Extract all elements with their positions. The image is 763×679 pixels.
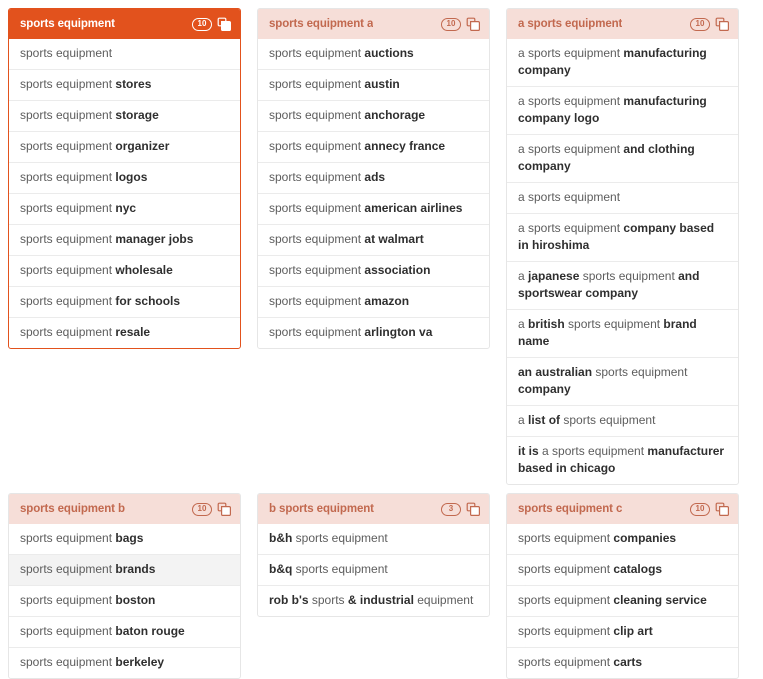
card-title-b-sports-equipment: b sports equipment [269, 503, 374, 515]
keyword-list-item[interactable]: sports equipment american airlines [258, 193, 489, 224]
keyword-list-item[interactable]: sports equipment resale [9, 317, 240, 348]
keyword-list-item[interactable]: sports equipment carts [507, 647, 738, 678]
copy-icon[interactable] [715, 502, 729, 516]
keyword-list-item[interactable]: b&q sports equipment [258, 554, 489, 585]
cards-row-1: sports equipment 10 sports equipment spor… [0, 8, 763, 485]
keyword-card-sports-equipment-a[interactable]: sports equipment a 10 sports equipment a… [257, 8, 490, 349]
result-count-badge: 10 [690, 17, 710, 31]
keyword-list-item[interactable]: sports equipment clip art [507, 616, 738, 647]
keyword-list-item[interactable]: sports equipment anchorage [258, 100, 489, 131]
card-column: sports equipment c 10 sports equipment c… [506, 493, 739, 679]
card-header[interactable]: sports equipment c 10 [507, 494, 738, 524]
keyword-list-item[interactable]: sports equipment companies [507, 524, 738, 554]
keyword-list-item[interactable]: a sports equipment company based in hiro… [507, 213, 738, 261]
card-title-sports-equipment: sports equipment [20, 18, 115, 30]
card-header-actions: 10 [192, 502, 231, 516]
card-header[interactable]: sports equipment b 10 [9, 494, 240, 524]
keyword-list-item[interactable]: sports equipment wholesale [9, 255, 240, 286]
keyword-list-item[interactable]: sports equipment manager jobs [9, 224, 240, 255]
keyword-list-item[interactable]: sports equipment [9, 39, 240, 69]
keyword-list-item[interactable]: sports equipment nyc [9, 193, 240, 224]
result-count-badge: 10 [192, 17, 212, 31]
card-column: sports equipment a 10 sports equipment a… [257, 8, 490, 349]
keyword-list-item[interactable]: sports equipment bags [9, 524, 240, 554]
keyword-list: b&h sports equipment b&q sports equipment… [258, 524, 489, 616]
keyword-list-item[interactable]: a sports equipment manufacturing company [507, 39, 738, 86]
keyword-list-item[interactable]: sports equipment at walmart [258, 224, 489, 255]
result-count-badge: 10 [441, 17, 461, 31]
keyword-list-item[interactable]: a sports equipment and clothing company [507, 134, 738, 182]
keyword-list-item[interactable]: it is a sports equipment manufacturer ba… [507, 436, 738, 484]
keyword-list: sports equipment sports equipment stores s… [9, 39, 240, 348]
keyword-card-sports-equipment-b[interactable]: sports equipment b 10 sports equipment b… [8, 493, 241, 679]
keyword-list-item[interactable]: sports equipment ads [258, 162, 489, 193]
keyword-card-sports-equipment[interactable]: sports equipment 10 sports equipment spor… [8, 8, 241, 349]
card-column: sports equipment 10 sports equipment spor… [8, 8, 241, 349]
card-header[interactable]: b sports equipment 3 [258, 494, 489, 524]
card-column: sports equipment b 10 sports equipment b… [8, 493, 241, 679]
card-column: a sports equipment 10 a sports equipment… [506, 8, 739, 485]
card-header-actions: 10 [441, 17, 480, 31]
copy-icon[interactable] [466, 17, 480, 31]
card-header[interactable]: sports equipment a 10 [258, 9, 489, 39]
keyword-list-item[interactable]: sports equipment storage [9, 100, 240, 131]
keyword-list-item[interactable]: sports equipment amazon [258, 286, 489, 317]
keyword-list-item[interactable]: sports equipment boston [9, 585, 240, 616]
card-header-actions: 10 [690, 502, 729, 516]
keyword-list-item[interactable]: sports equipment catalogs [507, 554, 738, 585]
result-count-badge: 3 [441, 502, 461, 516]
keyword-list: sports equipment auctions sports equipmen… [258, 39, 489, 348]
card-header-actions: 10 [690, 17, 729, 31]
keyword-list-item[interactable]: sports equipment baton rouge [9, 616, 240, 647]
keyword-list-item[interactable]: sports equipment organizer [9, 131, 240, 162]
keyword-list: a sports equipment manufacturing company… [507, 39, 738, 484]
copy-icon[interactable] [715, 17, 729, 31]
keyword-list-item[interactable]: sports equipment arlington va [258, 317, 489, 348]
card-title-sports-equipment-c: sports equipment c [518, 503, 623, 515]
keyword-list-item[interactable]: sports equipment logos [9, 162, 240, 193]
keyword-list-item[interactable]: sports equipment stores [9, 69, 240, 100]
keyword-list-item[interactable]: sports equipment cleaning service [507, 585, 738, 616]
keyword-card-b-sports-equipment[interactable]: b sports equipment 3 b&h sports equipmen… [257, 493, 490, 617]
keyword-list-item[interactable]: sports equipment brands [9, 554, 240, 585]
keyword-list: sports equipment bags sports equipment br… [9, 524, 240, 678]
keyword-card-sports-equipment-c[interactable]: sports equipment c 10 sports equipment c… [506, 493, 739, 679]
card-header[interactable]: a sports equipment 10 [507, 9, 738, 39]
keyword-list-item[interactable]: a british sports equipment brand name [507, 309, 738, 357]
keyword-list-item[interactable]: sports equipment berkeley [9, 647, 240, 678]
keyword-card-a-sports-equipment[interactable]: a sports equipment 10 a sports equipment… [506, 8, 739, 485]
result-count-badge: 10 [690, 502, 710, 516]
keyword-list-item[interactable]: a sports equipment manufacturing company… [507, 86, 738, 134]
keyword-list-item[interactable]: a japanese sports equipment and sportswe… [507, 261, 738, 309]
card-column: b sports equipment 3 b&h sports equipmen… [257, 493, 490, 617]
card-title-sports-equipment-a: sports equipment a [269, 18, 374, 30]
card-title-a-sports-equipment: a sports equipment [518, 18, 623, 30]
keyword-list-item[interactable]: a list of sports equipment [507, 405, 738, 436]
keyword-list-item[interactable]: an australian sports equipment company [507, 357, 738, 405]
keyword-list-item[interactable]: rob b's sports & industrial equipment [258, 585, 489, 616]
keyword-list: sports equipment companies sports equipme… [507, 524, 738, 678]
card-header-actions: 3 [441, 502, 480, 516]
card-header-actions: 10 [192, 17, 231, 31]
keyword-list-item[interactable]: sports equipment for schools [9, 286, 240, 317]
cards-row-2: sports equipment b 10 sports equipment b… [0, 493, 763, 679]
copy-icon[interactable] [217, 502, 231, 516]
keyword-list-item[interactable]: sports equipment annecy france [258, 131, 489, 162]
copy-icon[interactable] [466, 502, 480, 516]
result-count-badge: 10 [192, 502, 212, 516]
keyword-list-item[interactable]: sports equipment austin [258, 69, 489, 100]
copy-icon[interactable] [217, 17, 231, 31]
card-header[interactable]: sports equipment 10 [9, 9, 240, 39]
keyword-list-item[interactable]: sports equipment association [258, 255, 489, 286]
card-title-sports-equipment-b: sports equipment b [20, 503, 125, 515]
keyword-list-item[interactable]: b&h sports equipment [258, 524, 489, 554]
keyword-list-item[interactable]: sports equipment auctions [258, 39, 489, 69]
keyword-list-item[interactable]: a sports equipment [507, 182, 738, 213]
keyword-cards-board: sports equipment 10 sports equipment spor… [0, 0, 763, 679]
